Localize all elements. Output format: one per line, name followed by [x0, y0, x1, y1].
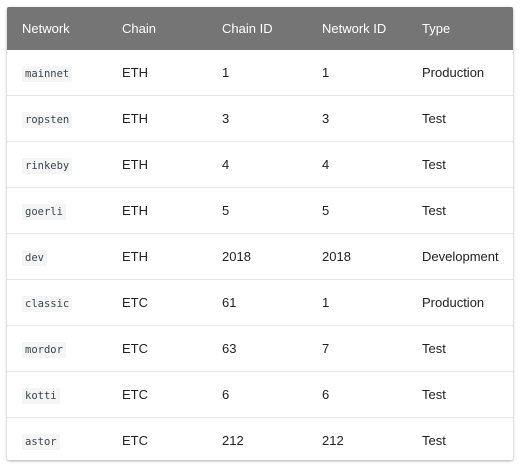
- cell-chain-id: 1: [207, 50, 307, 96]
- cell-network-id: 1: [307, 50, 407, 96]
- cell-chain-id: 4: [207, 141, 307, 188]
- header-network-id: Network ID: [307, 7, 407, 50]
- table-row: mainnet ETH 1 1 Production: [7, 50, 513, 96]
- table-row: classic ETC 61 1 Production: [7, 279, 513, 326]
- cell-chain: ETH: [107, 95, 207, 142]
- cell-chain: ETC: [122, 433, 148, 448]
- network-name-code: classic: [22, 296, 73, 312]
- cell-network-id: 1: [307, 279, 407, 326]
- table-row: kotti ETC 6 6 Test: [7, 371, 513, 418]
- cell-type: Test: [407, 187, 513, 234]
- header-network: Network: [7, 7, 107, 50]
- header-chain: Chain: [107, 7, 207, 50]
- cell-network: goerli: [7, 187, 107, 234]
- cell-chain-id: 5: [207, 187, 307, 234]
- networks-table: Network Chain Chain ID Network ID Type m…: [7, 7, 513, 460]
- cell-chain: ETH: [107, 50, 207, 96]
- cell-chain-id: 3: [207, 95, 307, 142]
- networks-table-card: Network Chain Chain ID Network ID Type m…: [7, 7, 513, 460]
- table-row: goerli ETH 5 5 Test: [7, 187, 513, 234]
- cell-chain: ETC: [107, 371, 207, 418]
- cell-type: Test: [407, 325, 513, 372]
- cell-type: Test: [407, 141, 513, 188]
- cell-network-id: 5: [307, 187, 407, 234]
- network-name-code: ropsten: [22, 112, 73, 128]
- cell-chain-id: 6: [207, 371, 307, 418]
- cell-chain-id: 61: [207, 279, 307, 326]
- cell-chain-id: 63: [207, 325, 307, 372]
- table-row: ropsten ETH 3 3 Test: [7, 95, 513, 142]
- cell-chain: ETH: [107, 233, 207, 280]
- cell-network-id: 7: [307, 325, 407, 372]
- network-name-code: dev: [22, 250, 47, 266]
- cell-network: kotti: [7, 371, 107, 418]
- cell-chain-id: 2018: [207, 233, 307, 280]
- cell-network: classic: [7, 279, 107, 326]
- cell-network: mordor: [7, 325, 107, 372]
- cell-network: ropsten: [7, 95, 107, 142]
- network-name-code: kotti: [22, 388, 60, 404]
- network-name-code: rinkeby: [22, 158, 73, 174]
- table-header: Network Chain Chain ID Network ID Type: [7, 7, 513, 50]
- network-name-code: astor: [22, 434, 60, 450]
- table-body: mainnet ETH 1 1 Production ropsten ETH 3…: [7, 50, 513, 460]
- table-row: rinkeby ETH 4 4 Test: [7, 141, 513, 188]
- table-row: dev ETH 2018 2018 Development: [7, 233, 513, 280]
- cell-type: Test: [407, 371, 513, 418]
- network-name-code: mordor: [22, 342, 66, 358]
- cell-chain: ETC: [107, 279, 207, 326]
- cell-type: Production: [407, 50, 513, 96]
- cell-network-id: 3: [307, 95, 407, 142]
- cell-network-id: 6: [307, 371, 407, 418]
- cell-chain: ETC: [107, 325, 207, 372]
- network-name-code: goerli: [22, 204, 66, 220]
- cell-network-id: 4: [307, 141, 407, 188]
- cell-chain: ETH: [107, 141, 207, 188]
- cell-network: dev: [7, 233, 107, 280]
- header-chain-id: Chain ID: [207, 7, 307, 50]
- table-header-row: Network Chain Chain ID Network ID Type: [7, 7, 513, 50]
- cell-network: astor: [7, 418, 107, 461]
- header-type: Type: [407, 7, 513, 50]
- cell-network: rinkeby: [7, 141, 107, 188]
- cell-type: Production: [407, 279, 513, 326]
- cell-chain: ETH: [107, 187, 207, 234]
- cell-network-id: 212: [322, 433, 344, 448]
- cell-chain-id: 212: [222, 433, 244, 448]
- network-name-code: mainnet: [22, 66, 73, 82]
- table-row: astor ETC 212 212 Test: [7, 418, 513, 461]
- table-row: mordor ETC 63 7 Test: [7, 325, 513, 372]
- cell-network-id: 2018: [307, 233, 407, 280]
- cell-type: Test: [422, 433, 446, 448]
- cell-network: mainnet: [7, 50, 107, 96]
- cell-type: Development: [407, 233, 513, 280]
- cell-type: Test: [407, 95, 513, 142]
